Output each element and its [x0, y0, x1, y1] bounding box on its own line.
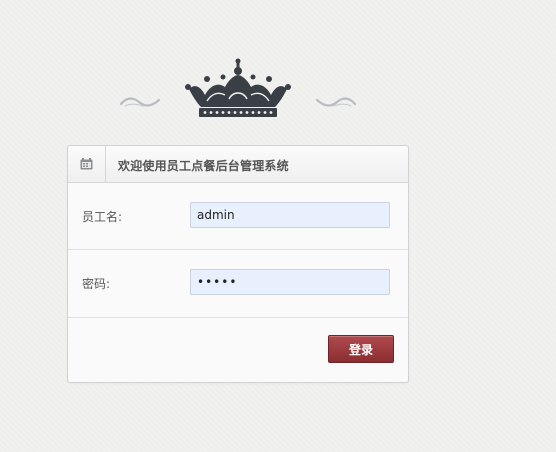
login-panel: 欢迎使用员工点餐后台管理系统 员工名: 密码: 登录: [67, 145, 409, 383]
password-label: 密码:: [82, 277, 111, 291]
swirl-ornament-icon: [119, 97, 161, 107]
crown-icon: [185, 58, 291, 117]
password-row: 密码:: [68, 250, 408, 318]
username-label: 员工名:: [82, 210, 123, 224]
panel-title: 欢迎使用员工点餐后台管理系统: [118, 159, 289, 173]
form-actions: 登录: [68, 318, 408, 383]
username-row: 员工名:: [68, 183, 408, 250]
username-input[interactable]: [190, 202, 390, 228]
swirl-ornament-icon: [315, 97, 357, 107]
panel-header: 欢迎使用员工点餐后台管理系统: [68, 146, 408, 183]
login-button[interactable]: 登录: [328, 335, 394, 363]
calendar-box-icon: [80, 158, 93, 170]
panel-header-icon-box: [68, 146, 106, 182]
header-decoration: [0, 0, 556, 130]
password-input[interactable]: [190, 269, 390, 295]
